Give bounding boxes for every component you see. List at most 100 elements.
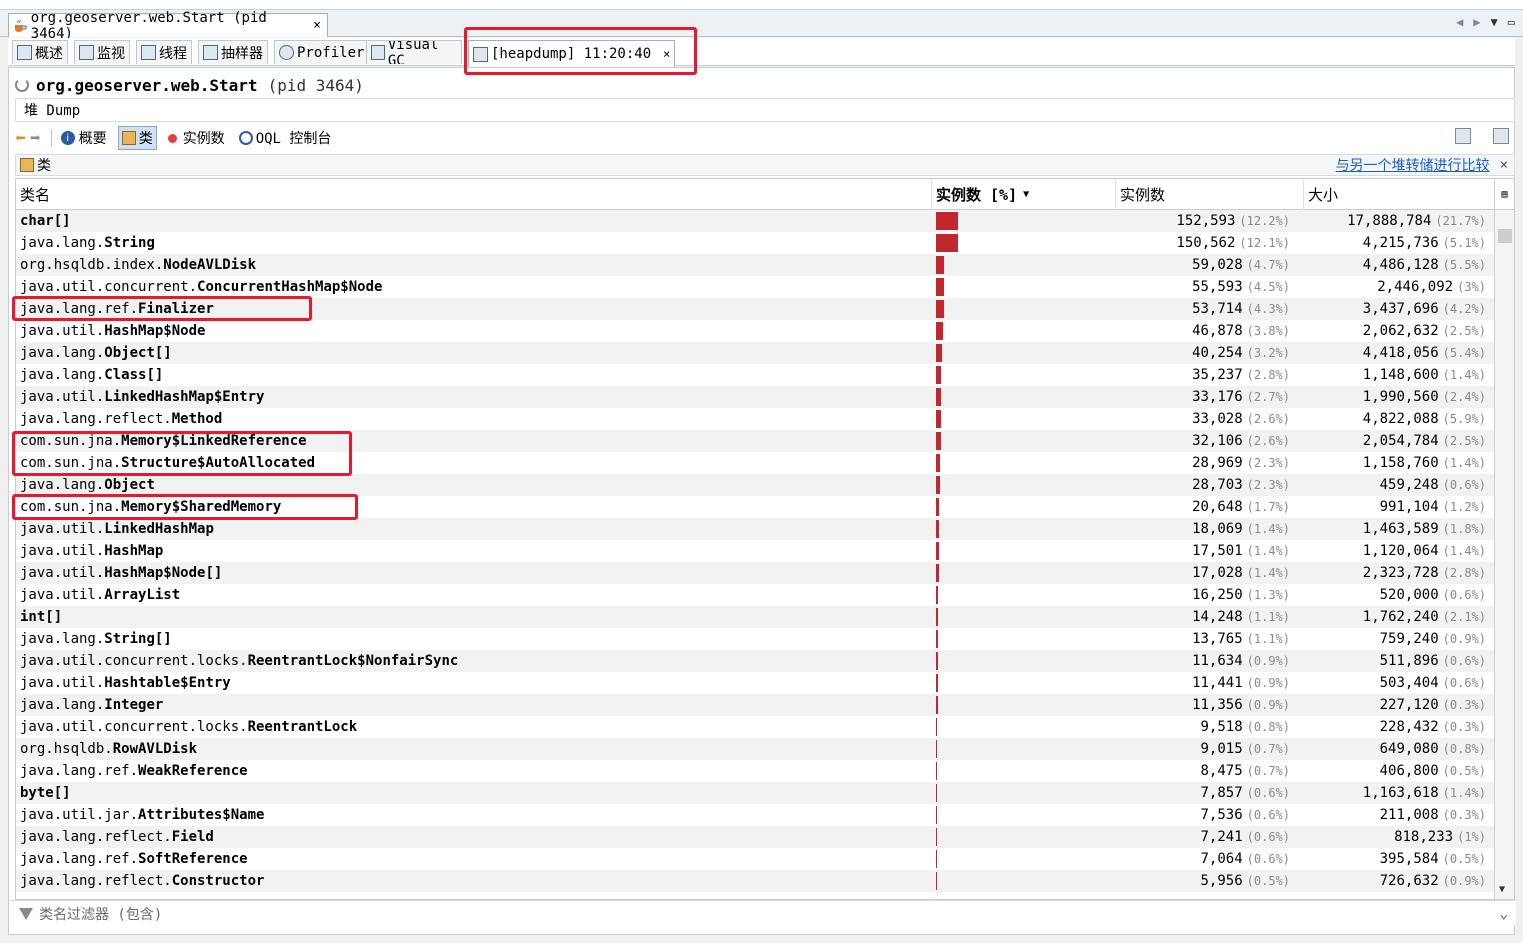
instances-cell: 9,015 (0.7%): [1118, 738, 1290, 760]
instances-bar-cell: [934, 760, 1114, 782]
tab-sampler[interactable]: 抽样器: [198, 40, 268, 64]
table-row[interactable]: java.lang.reflect.Field 7,241 (0.6%) 818,23…: [16, 826, 1496, 848]
summary-button[interactable]: i 概要: [58, 127, 110, 149]
dropdown-icon[interactable]: ▼: [1491, 15, 1498, 29]
window-top-strip: [0, 0, 1523, 10]
document-tab-close-icon[interactable]: ×: [313, 18, 321, 33]
compare-heapdump-link[interactable]: 与另一个堆转储进行比较: [1336, 155, 1490, 175]
table-row[interactable]: java.lang.Integer 11,356 (0.9%) 227,120 (0.3…: [16, 694, 1496, 716]
table-row[interactable]: java.lang.ref.WeakReference 8,475 (0.7%) 40…: [16, 760, 1496, 782]
classes-button[interactable]: 类: [117, 126, 157, 150]
instances-bar-cell: [934, 386, 1114, 408]
class-simple-name: Field: [171, 829, 214, 845]
instances-percent-bar: [936, 520, 939, 538]
size-value: 726,632: [1379, 873, 1439, 889]
column-instances[interactable]: 实例数: [1116, 179, 1304, 210]
table-row[interactable]: java.lang.ref.SoftReference 7,064 (0.6%) 39…: [16, 848, 1496, 870]
package-name: java.lang.reflect.: [20, 829, 172, 845]
package-name: java.lang.: [20, 697, 105, 713]
table-row[interactable]: char[] 152,593 (12.2%) 17,888,784 (21.7%): [16, 210, 1496, 232]
instances-value: 28,969: [1192, 455, 1243, 471]
size-cell: 2,446,092 (3%): [1306, 276, 1486, 298]
document-tab[interactable]: org.geoserver.web.Start (pid 3464) ×: [8, 10, 328, 42]
size-percent: (2.8%): [1442, 566, 1486, 580]
table-row[interactable]: java.util.HashMap$Node 46,878 (3.8%) 2,062,…: [16, 320, 1496, 342]
table-row[interactable]: com.sun.jna.Memory$LinkedReference 32,106…: [16, 430, 1496, 452]
table-row[interactable]: java.util.ArrayList 16,250 (1.3%) 520,000 (0…: [16, 584, 1496, 606]
table-row[interactable]: java.util.LinkedHashMap 18,069 (1.4%) 1,463…: [16, 518, 1496, 540]
table-row[interactable]: java.util.concurrent.locks.ReentrantLock…: [16, 650, 1496, 672]
table-row[interactable]: java.lang.reflect.Constructor 5,956 (0.5%)…: [16, 870, 1496, 892]
oql-console-button[interactable]: OQL 控制台: [236, 127, 335, 149]
table-row[interactable]: java.util.jar.Attributes$Name 7,536 (0.6%)…: [16, 804, 1496, 826]
table-row[interactable]: int[] 14,248 (1.1%) 1,762,240 (2.1%): [16, 606, 1496, 628]
table-row[interactable]: java.lang.Class[] 35,237 (2.8%) 1,148,600 (1…: [16, 364, 1496, 386]
table-row[interactable]: java.lang.String[] 13,765 (1.1%) 759,240 (0.…: [16, 628, 1496, 650]
maximize-icon[interactable]: ▭: [1508, 15, 1515, 29]
package-name: java.util.: [20, 389, 105, 405]
table-row[interactable]: org.hsqldb.index.NodeAVLDisk 59,028 (4.7%)…: [16, 254, 1496, 276]
package-name: java.lang.: [20, 367, 105, 383]
instances-percent: (3.8%): [1246, 324, 1290, 338]
size-cell: 511,896 (0.6%): [1306, 650, 1486, 672]
heapdump-tab-close-icon[interactable]: ×: [663, 47, 670, 61]
table-row[interactable]: java.lang.Object 28,703 (2.3%) 459,248 (0.6%…: [16, 474, 1496, 496]
tab-overview[interactable]: 概述: [12, 40, 68, 64]
size-percent: (1.4%): [1442, 786, 1486, 800]
table-row[interactable]: java.lang.String 150,562 (12.1%) 4,215,736(…: [16, 232, 1496, 254]
instances-button[interactable]: 实例数: [165, 127, 228, 149]
close-icon[interactable]: ×: [1500, 157, 1508, 173]
tab-heapdump[interactable]: [heapdump] 11:20:40 ×: [468, 40, 676, 67]
tab-visual-gc[interactable]: Visual GC: [366, 40, 462, 64]
instances-percent: (1.7%): [1246, 500, 1290, 514]
table-row[interactable]: java.util.HashMap 17,501 (1.4%) 1,120,064 (1…: [16, 540, 1496, 562]
size-percent: (0.6%): [1442, 588, 1486, 602]
table-row[interactable]: java.lang.Object[] 40,254 (3.2%) 4,418,056(…: [16, 342, 1496, 364]
column-chooser-icon[interactable]: ▤: [1495, 179, 1514, 210]
table-row[interactable]: org.hsqldb.RowAVLDisk 9,015 (0.7%) 649,080(…: [16, 738, 1496, 760]
table-row[interactable]: java.lang.ref.Finalizer 53,714 (4.3%) 3,437…: [16, 298, 1496, 320]
instances-cell: 20,648 (1.7%): [1118, 496, 1290, 518]
table-row[interactable]: java.util.LinkedHashMap$Entry 33,176 (2.7%…: [16, 386, 1496, 408]
table-row[interactable]: com.sun.jna.Memory$SharedMemory 20,648 (1.…: [16, 496, 1496, 518]
table-row[interactable]: java.util.concurrent.ConcurrentHashMap$N…: [16, 276, 1496, 298]
chevron-down-icon[interactable]: ⌄: [1500, 906, 1508, 922]
save-heap-icon[interactable]: [1455, 128, 1471, 144]
table-row[interactable]: byte[] 7,857 (0.6%) 1,163,618 (1.4%): [16, 782, 1496, 804]
column-instances-percent[interactable]: 实例数 [%] ▼: [932, 179, 1116, 210]
class-simple-name: RowAVLDisk: [112, 741, 198, 757]
package-name: java.util.: [20, 323, 105, 339]
package-name: java.lang.: [20, 631, 105, 647]
settings-icon[interactable]: [1493, 128, 1509, 144]
instances-bar-cell: [934, 254, 1114, 276]
instances-percent-bar: [936, 432, 941, 450]
tab-monitor[interactable]: 监视: [74, 40, 130, 64]
scroll-thumb[interactable]: [1498, 229, 1512, 243]
column-class-name[interactable]: 类名: [16, 179, 932, 210]
table-row[interactable]: java.lang.reflect.Method 33,028 (2.6%) 4,82…: [16, 408, 1496, 430]
table-row[interactable]: com.sun.jna.Structure$AutoAllocated 28,96…: [16, 452, 1496, 474]
class-name-cell: java.util.Hashtable$Entry: [20, 672, 930, 694]
heap-nav-toolbar: ⬅ ➡ i 概要 类 实例数 OQL 控制台: [15, 124, 1515, 152]
size-value: 2,054,784: [1362, 433, 1439, 449]
table-row[interactable]: java.util.concurrent.locks.ReentrantLock…: [16, 716, 1496, 738]
class-filter-input[interactable]: 类名过滤器 (包含): [39, 904, 162, 924]
instances-value: 11,356: [1192, 697, 1243, 713]
scroll-down-icon[interactable]: ▼: [1499, 884, 1505, 895]
forward-arrow-icon[interactable]: ➡: [30, 128, 41, 149]
table-row[interactable]: java.util.Hashtable$Entry 11,441 (0.9%) 503…: [16, 672, 1496, 694]
vertical-scrollbar[interactable]: ▤ ▼: [1494, 179, 1514, 899]
column-size[interactable]: 大小: [1304, 179, 1496, 210]
instances-bar-cell: [934, 848, 1114, 870]
classes-table: 类名 实例数 [%] ▼ 实例数 大小 char[] 152,593 (12.2%) 1…: [15, 178, 1515, 900]
scroll-left-icon[interactable]: ◀: [1456, 15, 1463, 29]
size-percent: (1%): [1457, 830, 1486, 844]
back-arrow-icon[interactable]: ⬅: [15, 128, 26, 149]
scroll-right-icon[interactable]: ▶: [1473, 15, 1480, 29]
tab-threads[interactable]: 线程: [136, 40, 192, 64]
instances-cell: 7,064 (0.6%): [1118, 848, 1290, 870]
size-value: 503,404: [1379, 675, 1439, 691]
tab-profiler[interactable]: Profiler: [274, 40, 370, 64]
table-row[interactable]: java.util.HashMap$Node[] 17,028 (1.4%) 2,32…: [16, 562, 1496, 584]
class-filter-bar[interactable]: 类名过滤器 (包含) ⌄: [9, 900, 1516, 926]
